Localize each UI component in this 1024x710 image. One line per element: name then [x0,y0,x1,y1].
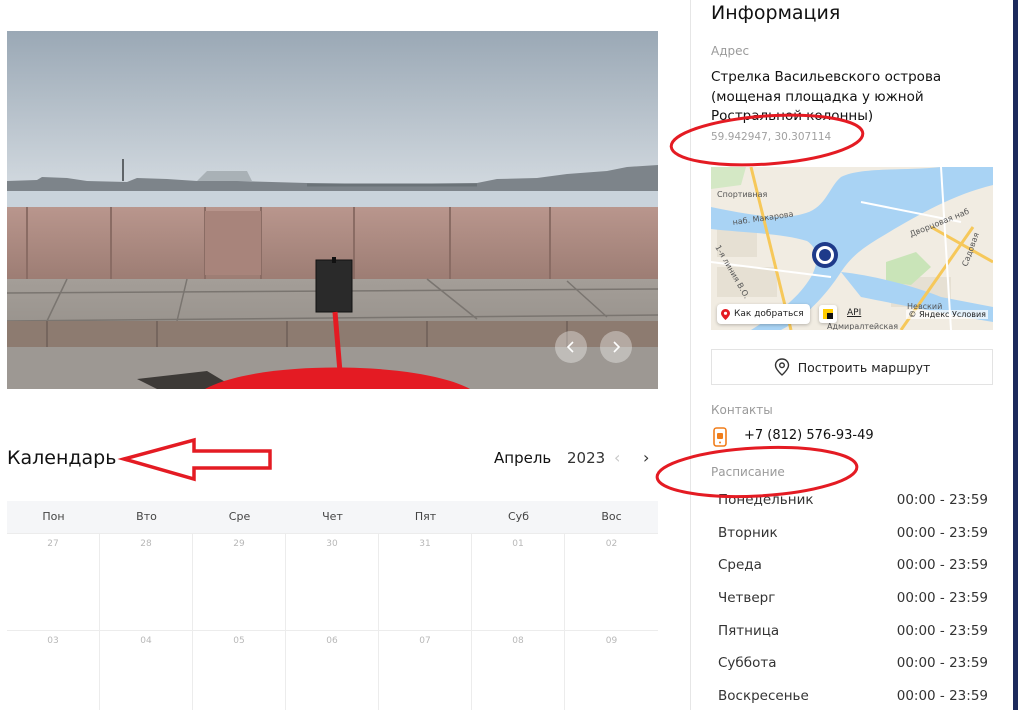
annotation-arrow [117,437,272,482]
contacts-label: Контакты [711,403,773,417]
calendar-grid: Пон Вто Сре Чет Пят Суб Вос 27 28 29 30 … [7,501,658,710]
calendar-next-button[interactable]: › [643,449,649,467]
chevron-right-icon [613,341,621,353]
calendar-day[interactable]: 08 [472,631,565,710]
schedule-row: Понедельник 00:00 - 23:59 [718,484,988,517]
schedule-row: Суббота 00:00 - 23:59 [718,647,988,680]
address-text: Стрелка Васильевского острова (мощеная п… [711,69,942,124]
schedule-time: 00:00 - 23:59 [896,622,988,639]
calendar-day[interactable]: 09 [565,631,658,710]
calendar-day[interactable]: 07 [379,631,472,710]
calendar-day[interactable]: 03 [7,631,100,710]
map-directions-button[interactable]: Как добраться [717,304,810,324]
calendar-day[interactable]: 31 [379,534,472,630]
schedule-day: Суббота [718,655,777,672]
build-route-button[interactable]: Построить маршрут [711,349,993,385]
calendar-title: Календарь [7,447,117,469]
schedule-row: Воскресенье 00:00 - 23:59 [718,680,988,710]
calendar-day[interactable]: 02 [565,534,658,630]
schedule-day: Понедельник [718,492,814,509]
schedule-row: Среда 00:00 - 23:59 [718,549,988,582]
map-api-link[interactable]: API [847,308,861,318]
calendar-day[interactable]: 27 [7,534,100,630]
schedule-day: Воскресенье [718,687,809,704]
calendar-day[interactable]: 29 [193,534,286,630]
photo-prev-button[interactable] [555,331,587,363]
schedule-day: Четверг [718,590,776,607]
schedule-row: Вторник 00:00 - 23:59 [718,517,988,550]
schedule-time: 00:00 - 23:59 [896,590,988,607]
schedule-row: Четверг 00:00 - 23:59 [718,582,988,615]
scrollbar[interactable] [1013,0,1018,710]
yandex-logo-button[interactable] [819,305,837,323]
map-directions-label: Как добраться [734,309,804,319]
weekday-sun: Вос [601,510,622,523]
schedule-day: Пятница [718,622,780,639]
schedule-day: Вторник [718,524,778,541]
schedule-time: 00:00 - 23:59 [896,557,988,574]
calendar-day[interactable]: 04 [100,631,193,710]
schedule-row: Пятница 00:00 - 23:59 [718,614,988,647]
weekday-thu: Чет [322,510,343,523]
schedule-day: Среда [718,557,762,574]
location-photo [7,31,658,389]
calendar-day[interactable]: 28 [100,534,193,630]
map-label-sportivnaya: Спортивная [717,190,767,199]
phone-icon [713,427,727,447]
schedule-time: 00:00 - 23:59 [896,655,988,672]
calendar-year[interactable]: 2023 [567,449,605,467]
weekday-wed: Сре [228,510,251,523]
weekday-tue: Вто [136,510,157,523]
build-route-label: Построить маршрут [797,359,931,375]
calendar-week: 27 28 29 30 31 01 02 [7,533,658,630]
chevron-left-icon [566,341,574,353]
weekday-fri: Пят [414,510,437,523]
calendar-prev-button[interactable]: ‹ [614,449,620,467]
weekday-sat: Суб [508,510,529,523]
location-pin-icon [774,358,789,376]
schedule-time: 00:00 - 23:59 [896,524,988,541]
photo-next-button[interactable] [600,331,632,363]
calendar-day[interactable]: 01 [472,534,565,630]
weekday-mon: Пон [42,510,65,523]
map-copyright[interactable]: © Яндекс Условия [906,310,988,319]
phone-number[interactable]: +7 (812) 576-93-49 [744,428,874,443]
yandex-icon [823,309,833,319]
info-title: Информация [711,2,841,24]
location-map[interactable]: Спортивная наб. Макарова Дворцовая наб 1… [711,167,993,330]
schedule-list: Понедельник 00:00 - 23:59 Вторник 00:00 - … [718,484,988,710]
schedule-time: 00:00 - 23:59 [896,687,988,704]
coordinates: 59.942947, 30.307114 [711,131,832,143]
address-label: Адрес [711,44,750,58]
calendar-day[interactable]: 30 [286,534,379,630]
calendar-month[interactable]: Апрель [494,449,551,467]
map-pin-icon [721,308,730,320]
schedule-time: 00:00 - 23:59 [896,492,988,509]
calendar-week: 03 04 05 06 07 08 09 [7,630,658,710]
map-label-admiralteyskaya: Адмиралтейская [827,322,898,330]
calendar-day[interactable]: 05 [193,631,286,710]
calendar-weekday-header: Пон Вто Сре Чет Пят Суб Вос [7,501,658,533]
calendar-day[interactable]: 06 [286,631,379,710]
schedule-label: Расписание [711,465,785,479]
